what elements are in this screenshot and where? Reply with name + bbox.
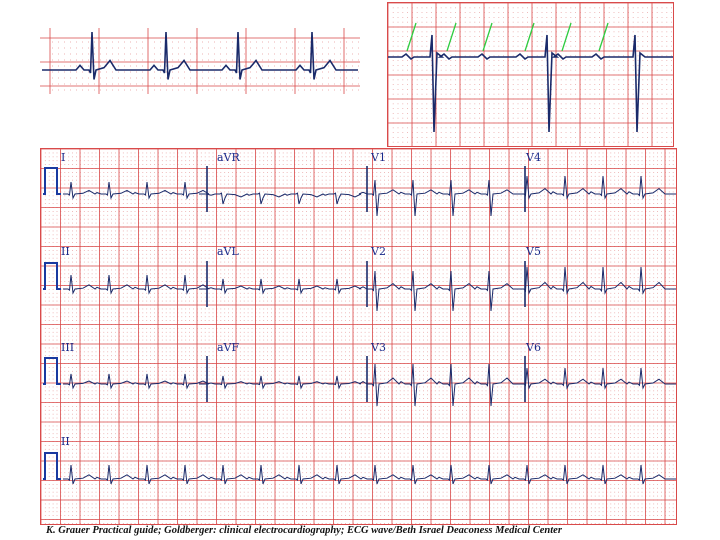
ecg-grid-minor-dots bbox=[44, 152, 674, 524]
lead-trace bbox=[358, 363, 517, 407]
lead-trace bbox=[63, 373, 210, 390]
lead-label-v1: V1 bbox=[371, 151, 386, 164]
calibration-pulse bbox=[43, 357, 61, 385]
lead-label-v6: V6 bbox=[526, 341, 541, 354]
calibration-pulse bbox=[43, 452, 61, 480]
rhythm-strip-top-left-svg bbox=[40, 28, 360, 94]
lead-label-v2: V2 bbox=[371, 245, 386, 258]
lead-label-avf: aVF bbox=[217, 341, 240, 354]
twelve-lead-ecg-svg bbox=[41, 149, 676, 524]
rhythm-strip-top-right bbox=[387, 2, 674, 147]
lead-label-ii: II bbox=[61, 245, 70, 258]
lead-trace bbox=[63, 181, 210, 200]
ecg-grid bbox=[388, 3, 673, 146]
source-caption: K. Grauer Practical guide; Goldberger: c… bbox=[46, 525, 562, 536]
ecg-grid-major-lines bbox=[41, 149, 676, 524]
lead-trace bbox=[199, 278, 362, 295]
lead-label-v4: V4 bbox=[526, 151, 541, 164]
lead-label-avr: aVR bbox=[217, 151, 240, 164]
lead-label-v5: V5 bbox=[526, 245, 541, 258]
calibration-pulse bbox=[43, 167, 61, 195]
lead-label-ii-rhythm: II bbox=[61, 435, 70, 448]
lead-trace bbox=[199, 375, 362, 390]
lead-trace bbox=[199, 192, 362, 205]
lead-label-i: I bbox=[61, 151, 66, 164]
lead-label-v3: V3 bbox=[371, 341, 386, 354]
ecg-grid bbox=[41, 149, 676, 524]
lead-trace bbox=[517, 175, 676, 200]
rhythm-strip-top-left bbox=[40, 8, 360, 100]
top-left-trace bbox=[42, 31, 358, 80]
rhythm-strip-top-right-svg bbox=[388, 3, 673, 146]
twelve-lead-ecg: I aVR V1 V4 II aVL V2 V5 III aVF V3 V6 I… bbox=[40, 148, 677, 525]
lead-trace bbox=[358, 179, 517, 217]
calibration-pulses bbox=[43, 167, 61, 480]
lead-label-iii: III bbox=[61, 341, 75, 354]
top-right-trace bbox=[388, 34, 673, 133]
rhythm-lead-trace bbox=[63, 464, 676, 485]
lead-trace bbox=[63, 274, 210, 295]
ecg-grid-major-lines bbox=[388, 3, 673, 146]
ecg-traces bbox=[63, 166, 676, 485]
lead-label-avl: aVL bbox=[217, 245, 239, 258]
